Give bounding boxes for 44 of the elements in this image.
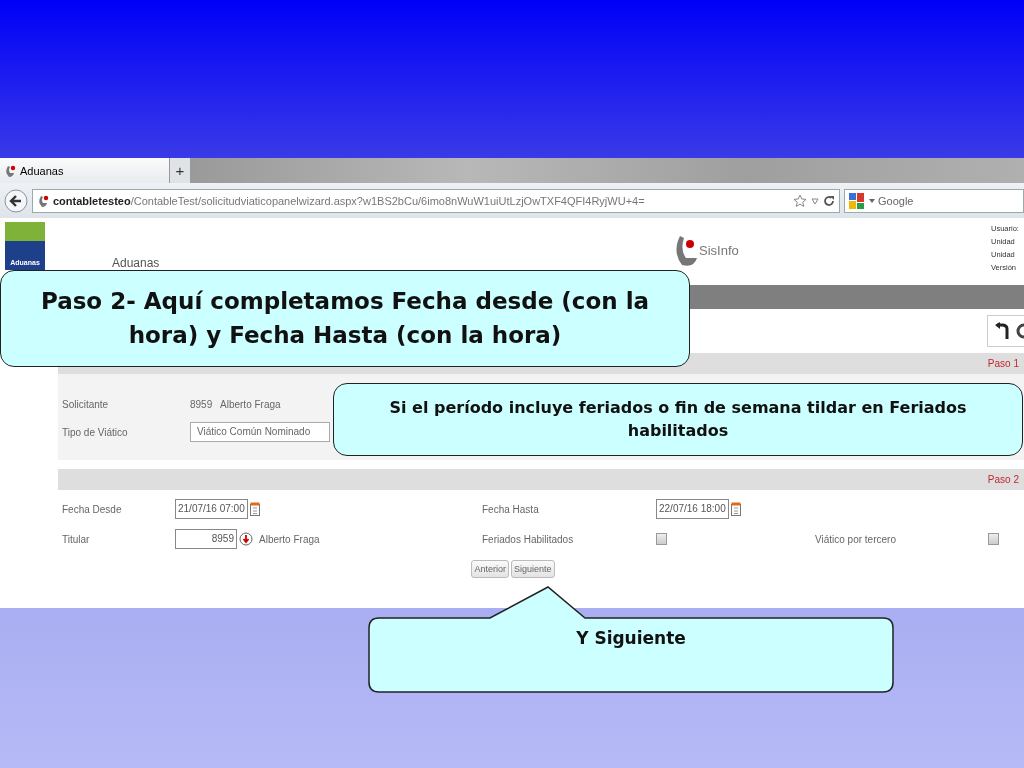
wizard-button[interactable]: Siguiente xyxy=(511,560,555,578)
field-label: Fecha Desde xyxy=(62,503,123,515)
field-label: Tipo de Viático xyxy=(62,426,129,438)
url-field[interactable]: contabletesteo/ContableTest/solicitudviaticopanelwizard.aspx?w1BS2bCu/6imo8nWuW1uiUtLzjOwTXF4QFI4RyjWU+4= xyxy=(32,188,840,213)
field-label: Fecha Hasta xyxy=(482,503,540,515)
field-label: Viático por tercero xyxy=(815,533,897,545)
back-arrow-icon[interactable] xyxy=(994,322,1010,340)
url-text: contabletesteo/ContableTest/solicitudviaticopanelwizard.aspx?w1BS2bCu/6imo8nWuW1uiUtLzjOwTXF4QFI4RyjWU+4= xyxy=(53,194,646,207)
field-label: Feriados Habilitados xyxy=(482,533,575,545)
reload-icon[interactable] xyxy=(823,194,835,207)
lookup-icon[interactable] xyxy=(239,532,253,546)
calendar-icon[interactable] xyxy=(249,502,260,516)
new-tab-button[interactable]: + xyxy=(170,158,190,183)
field-value: Alberto Fraga xyxy=(259,533,320,545)
input-field[interactable]: 8959 xyxy=(175,529,237,549)
app-title: Aduanas xyxy=(112,256,161,272)
field-label: Solicitante xyxy=(62,398,110,410)
dropdown-icon[interactable] xyxy=(811,196,819,205)
wizard-button[interactable]: Anterior xyxy=(471,560,509,578)
field-value: 8959 Alberto Fraga xyxy=(190,398,281,410)
step-label: Paso 2 xyxy=(987,474,1019,485)
field-label: Titular xyxy=(62,533,91,545)
search-placeholder: Google xyxy=(878,194,914,207)
dropdown-icon xyxy=(869,197,875,204)
star-icon[interactable] xyxy=(793,193,807,208)
search-field[interactable]: Google xyxy=(844,188,1024,213)
callout-text: Si el período incluye feriados o fin de semana tildar en Feriados habilitados xyxy=(388,397,968,442)
date-field[interactable]: 22/07/16 18:00 xyxy=(656,499,729,519)
callout-text: Y Siguiente xyxy=(576,628,686,650)
select-field[interactable]: Viático Común Nominado xyxy=(190,422,330,442)
site-icon xyxy=(37,193,49,208)
favicon-icon xyxy=(4,163,16,178)
refresh-icon[interactable] xyxy=(1014,322,1024,340)
checkbox[interactable] xyxy=(656,533,667,545)
tab-title: Aduanas xyxy=(20,164,64,177)
search-engine-icon[interactable] xyxy=(848,191,866,210)
checkbox[interactable] xyxy=(988,533,999,545)
date-field[interactable]: 21/07/16 07:00 xyxy=(175,499,248,519)
back-icon[interactable] xyxy=(4,188,28,213)
calendar-icon[interactable] xyxy=(730,502,741,516)
callout-text: Paso 2- Aquí completamos Fecha desde (con la hora) y Fecha Hasta (con la hora) xyxy=(39,287,651,350)
step-label: Paso 1 xyxy=(987,358,1019,369)
browser-tab[interactable]: Aduanas xyxy=(0,158,170,183)
brand-name: SisInfo xyxy=(699,242,739,258)
